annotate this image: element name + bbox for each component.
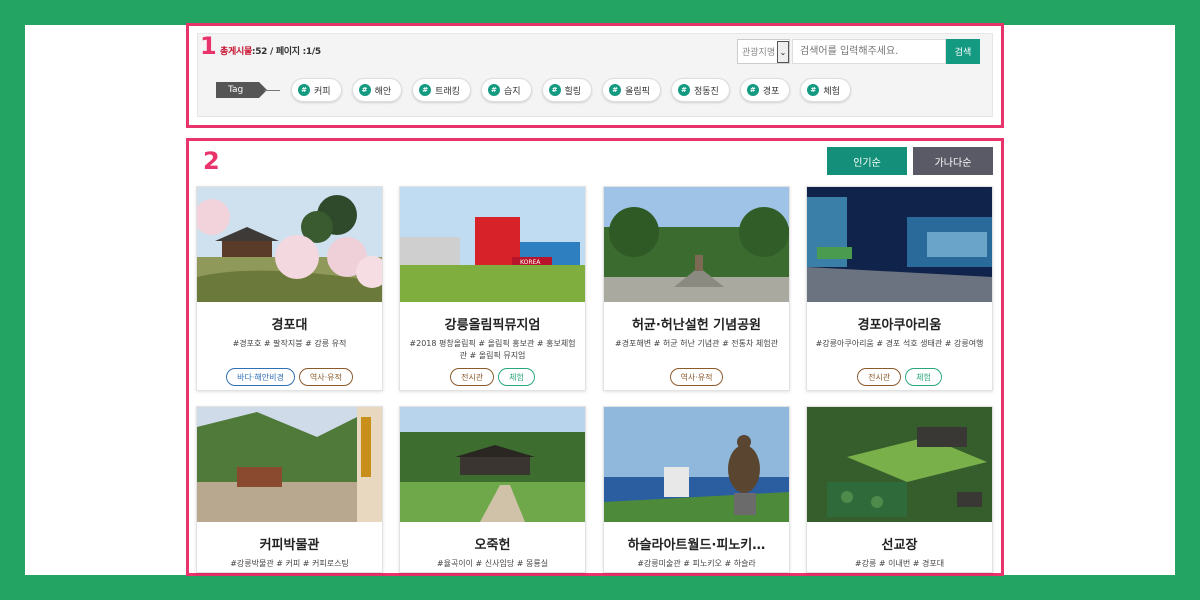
- hash-icon: #: [677, 84, 690, 96]
- search-input[interactable]: [792, 39, 946, 64]
- total-count-value: :52: [251, 47, 268, 57]
- category-badge[interactable]: 체험: [498, 368, 535, 386]
- place-photo: KOREA: [400, 187, 585, 302]
- category-badges: 전시관 체험: [400, 368, 585, 386]
- place-title: 선교장: [881, 538, 918, 553]
- place-card[interactable]: 하슬라아트월드·피노키… #강릉미술관 # 피노키오 # 하슬라: [603, 406, 790, 573]
- place-tags: #강릉박물관 # 커피 # 커피로스팅: [230, 559, 349, 568]
- category-badges: 바다·해안비경 역사·유적: [197, 368, 382, 386]
- place-card[interactable]: 경포대 #경포호 # 팔작지붕 # 강릉 유적 바다·해안비경 역사·유적: [196, 186, 383, 391]
- tag-chip[interactable]: # 체험: [800, 78, 851, 102]
- tag-chip[interactable]: # 트래킹: [412, 78, 471, 102]
- place-tags: #강릉미술관 # 피노키오 # 하슬라: [637, 559, 756, 568]
- place-photo: [197, 407, 382, 522]
- annotation-number-1: 1: [200, 32, 217, 60]
- annotation-number-2: 2: [203, 147, 220, 175]
- place-tags: #강릉 # 이내번 # 경포대: [854, 559, 945, 568]
- hash-icon: #: [298, 84, 310, 96]
- tag-chip[interactable]: # 정동진: [670, 78, 730, 102]
- tag-chip[interactable]: # 힐링: [541, 78, 593, 102]
- place-photo: [400, 407, 585, 522]
- tag-connector-line: [264, 90, 280, 91]
- place-tags: #경포호 # 팔작지붕 # 강릉 유적: [232, 339, 347, 348]
- tag-chip-label: 습지: [503, 86, 521, 97]
- tag-chip-label: 트래킹: [435, 86, 460, 97]
- place-title: 오죽헌: [474, 538, 511, 553]
- tag-chip[interactable]: # 올림픽: [602, 78, 661, 102]
- category-badges: 전시관 체험: [807, 368, 992, 386]
- hash-icon: #: [807, 84, 820, 96]
- place-tags: #율곡이이 # 신사임당 # 몽룡실: [436, 559, 549, 568]
- place-tags: #강릉아쿠아리움 # 경포 석호 생태관 # 강릉여행: [815, 339, 984, 348]
- hash-icon: #: [746, 84, 759, 96]
- place-card[interactable]: 오죽헌 #율곡이이 # 신사임당 # 몽룡실: [399, 406, 586, 573]
- tag-chip[interactable]: # 경포: [739, 78, 791, 102]
- category-badge[interactable]: 역사·유적: [298, 368, 353, 386]
- place-title: 경포대: [271, 318, 308, 333]
- place-photo: [807, 187, 992, 302]
- place-title: 강릉올림픽뮤지엄: [444, 318, 541, 333]
- category-badges: 역사·유적: [604, 368, 789, 386]
- tag-chip[interactable]: # 해안: [351, 78, 403, 102]
- place-photo: [807, 407, 992, 522]
- hash-icon: #: [609, 84, 622, 96]
- place-title: 하슬라아트월드·피노키…: [627, 538, 766, 553]
- tag-label: Tag: [216, 82, 267, 98]
- total-count-label: 총게시물: [220, 47, 252, 57]
- tag-chip-label: 정동진: [693, 86, 719, 97]
- category-badge[interactable]: 전시관: [857, 368, 902, 386]
- place-tags: #경포해변 # 허균 허난 기념관 # 전통차 체험관: [614, 339, 779, 348]
- category-badge[interactable]: 역사·유적: [669, 368, 724, 386]
- category-badge[interactable]: 바다·해안비경: [226, 368, 295, 386]
- tag-chip[interactable]: # 커피: [291, 78, 342, 102]
- place-photo: [604, 187, 789, 302]
- category-badge[interactable]: 전시관: [450, 368, 495, 386]
- tag-chip-label: 경포: [762, 86, 780, 97]
- place-title: 허균·허난설헌 기념공원: [631, 318, 762, 333]
- hash-icon: #: [358, 84, 371, 96]
- tag-list: # 커피 # 해안 # 트래킹 # 습지 # 힐링 # 올림픽 # 정동진 # 경포 # 체험: [291, 78, 851, 102]
- search-field-select[interactable]: 관광지명 ⌄: [737, 39, 790, 64]
- tag-chip-label: 커피: [314, 86, 331, 97]
- place-card[interactable]: 허균·허난설헌 기념공원 #경포해변 # 허균 허난 기념관 # 전통차 체험관…: [603, 186, 790, 391]
- hash-icon: #: [419, 84, 432, 96]
- sort-alphabetical-button[interactable]: 가나다순: [913, 147, 993, 175]
- sort-popular-button[interactable]: 인기순: [827, 147, 907, 175]
- place-photo: [197, 187, 382, 302]
- page-value: :1/5: [302, 47, 322, 57]
- tag-chip-label: 해안: [374, 86, 392, 97]
- place-title: 경포아쿠아리움: [857, 318, 942, 333]
- place-card[interactable]: KOREA 강릉올림픽뮤지엄 #2018 평창올림픽 # 올림픽 홍보관 # 홍…: [399, 186, 586, 391]
- page-label: / 페이지: [270, 47, 300, 57]
- place-card[interactable]: 커피박물관 #강릉박물관 # 커피 # 커피로스팅: [196, 406, 383, 573]
- chevron-down-icon[interactable]: ⌄: [777, 41, 789, 63]
- place-title: 커피박물관: [259, 538, 320, 553]
- hash-icon: #: [487, 84, 500, 96]
- place-card[interactable]: 경포아쿠아리움 #강릉아쿠아리움 # 경포 석호 생태관 # 강릉여행 전시관 …: [806, 186, 993, 391]
- place-card[interactable]: 선교장 #강릉 # 이내번 # 경포대: [806, 406, 993, 573]
- place-photo: [604, 407, 789, 522]
- tag-chip-label: 올림픽: [625, 86, 650, 97]
- result-count: 총게시물:52 / 페이지 :1/5: [220, 44, 321, 57]
- place-tags: #2018 평창올림픽 # 올림픽 홍보관 # 홍보체험관 # 올림픽 뮤지엄: [409, 339, 576, 360]
- hash-icon: #: [548, 84, 561, 96]
- svg-text:KOREA: KOREA: [520, 259, 541, 266]
- tag-chip-label: 체험: [823, 86, 840, 97]
- search-button[interactable]: 검색: [946, 39, 980, 64]
- tag-chip-label: 힐링: [564, 86, 582, 97]
- tag-chip[interactable]: # 습지: [480, 78, 532, 102]
- category-badge[interactable]: 체험: [905, 368, 942, 386]
- search-field-select-value: 관광지명: [742, 48, 776, 58]
